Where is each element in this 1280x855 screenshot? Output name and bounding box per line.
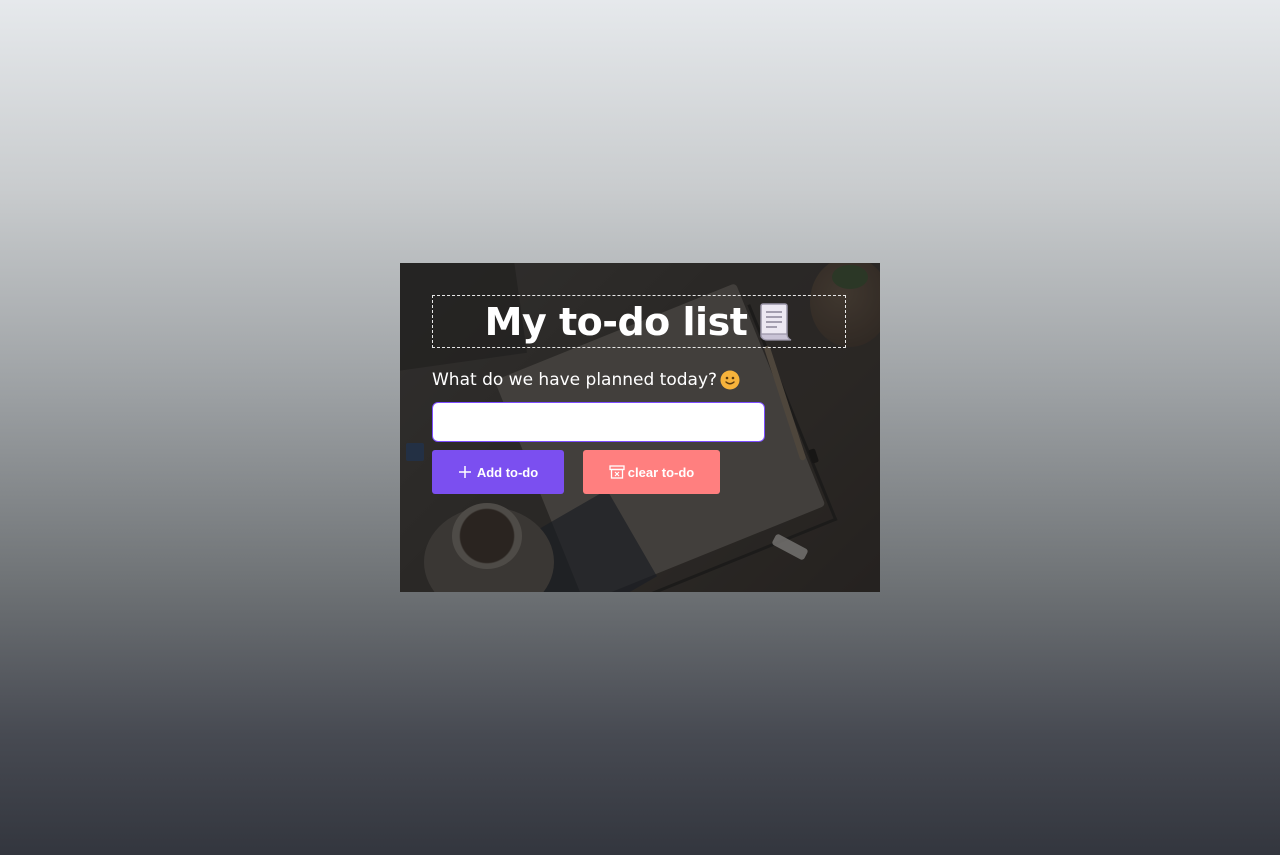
todo-input[interactable] (432, 402, 765, 442)
prompt-row: What do we have planned today? (432, 370, 848, 390)
page-title: My to-do list (485, 300, 794, 344)
add-todo-button[interactable]: Add to-do (432, 450, 564, 494)
prompt-text: What do we have planned today? (432, 370, 718, 390)
add-todo-label: Add to-do (476, 464, 539, 480)
slightly-smiling-face-icon (720, 370, 740, 390)
page-title-text: My to-do list (484, 299, 748, 344)
title-container: My to-do list (432, 295, 846, 348)
archive-box-icon (609, 465, 625, 479)
clear-todo-button[interactable]: clear to-do (583, 450, 720, 494)
clear-todo-label: clear to-do (627, 464, 695, 480)
plus-icon (458, 465, 472, 479)
scroll-icon (757, 302, 793, 342)
button-row: Add to-do clear to-do (432, 450, 848, 494)
todo-card: My to-do list What do we have planned to… (400, 263, 880, 592)
todo-form: My to-do list What do we have planned to… (432, 295, 848, 494)
